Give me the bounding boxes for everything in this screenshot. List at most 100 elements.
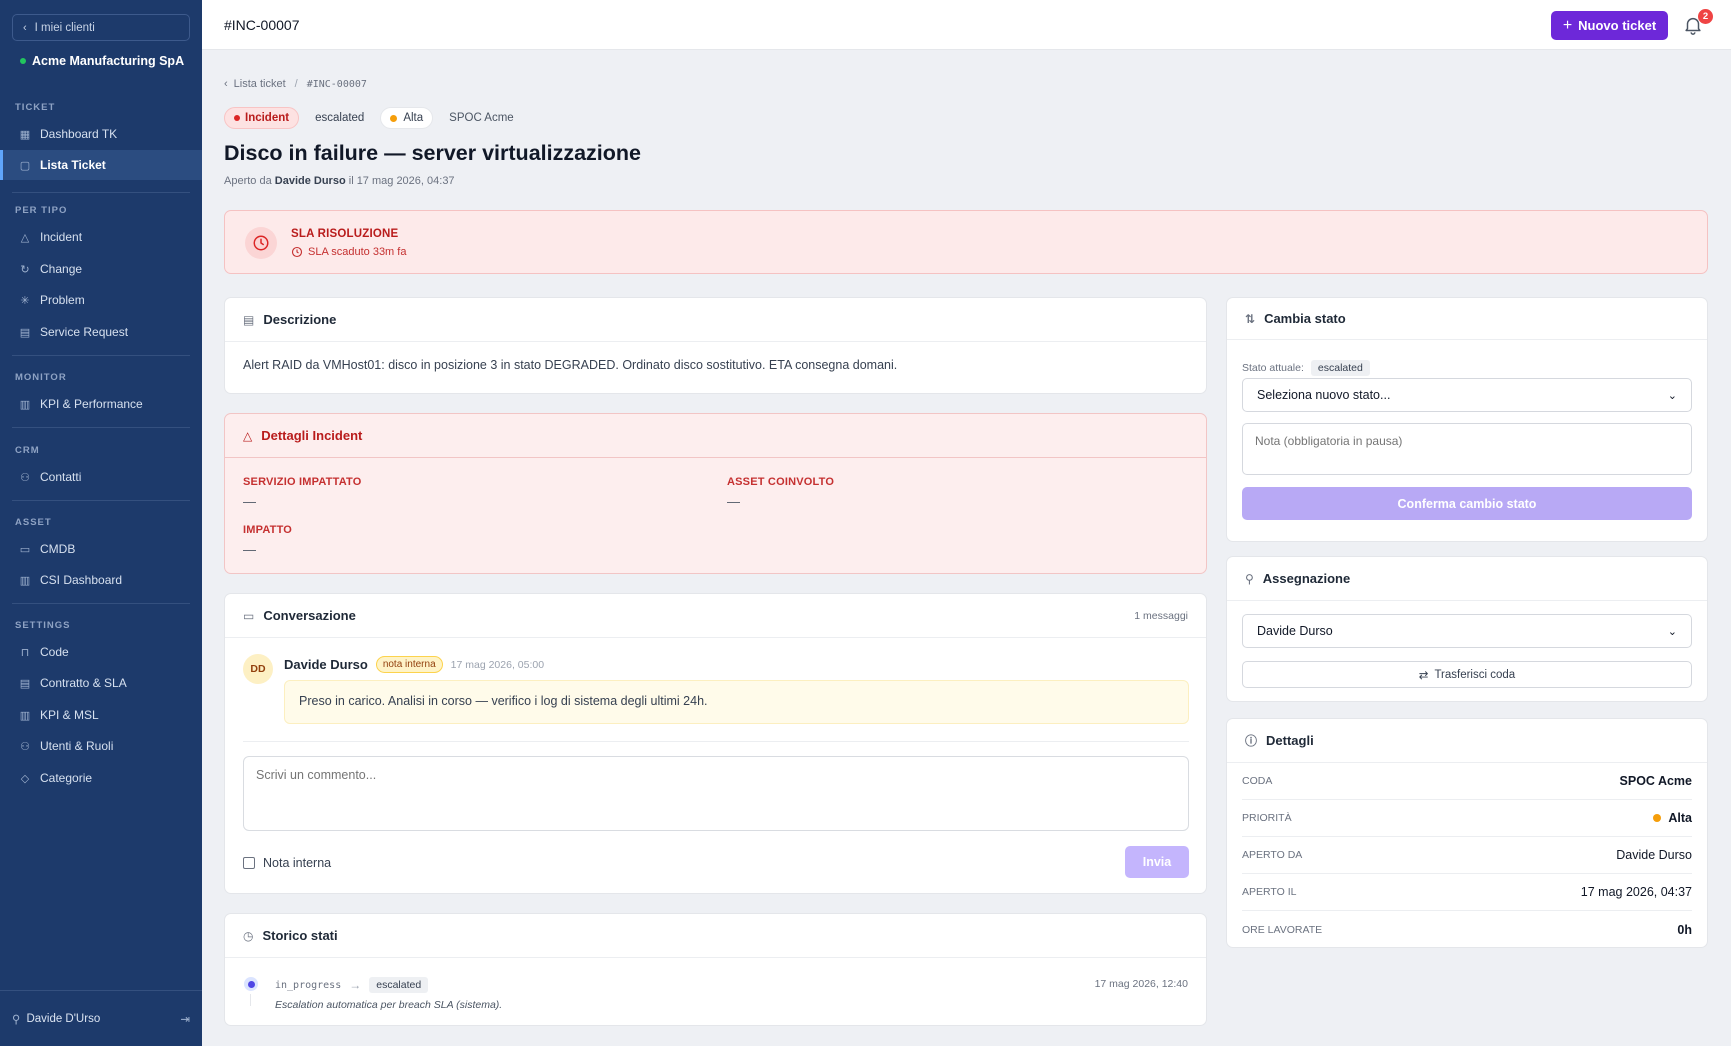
change-status-title: Cambia stato: [1264, 311, 1346, 326]
conversation-card: ▭ Conversazione 1 messaggi DD Davide Dur…: [224, 593, 1207, 894]
checkbox[interactable]: [243, 857, 255, 869]
confirm-status-button[interactable]: Conferma cambio stato: [1242, 487, 1692, 520]
grid-icon: ▦: [19, 128, 31, 141]
warning-icon: △: [243, 428, 253, 443]
sidebar-item-label: Change: [40, 262, 83, 276]
sidebar-item-label: Categorie: [40, 771, 93, 785]
history-from-status: in_progress: [275, 979, 342, 991]
sidebar: ‹ I miei clienti Acme Manufacturing SpA …: [0, 0, 202, 1046]
sidebar-item-label: Lista Ticket: [40, 158, 106, 172]
details-row-priorita: PRIORITÀ Alta: [1242, 800, 1692, 837]
assignee-select-value: Davide Durso: [1257, 624, 1333, 638]
sidebar-item-change[interactable]: ↻ Change: [0, 254, 202, 284]
details-title: Dettagli: [1266, 733, 1314, 748]
topbar: #INC-00007 + Nuovo ticket 2: [202, 0, 1731, 50]
tag-icon: ◇: [20, 772, 30, 785]
history-to-status: escalated: [369, 977, 429, 993]
details-row-aperto-il: APERTO IL 17 mag 2026, 04:37: [1242, 874, 1692, 911]
status-note-input[interactable]: [1242, 423, 1692, 475]
sidebar-item-label: Problem: [40, 293, 85, 307]
status-dot-icon: [20, 58, 26, 64]
details-row-coda: CODA SPOC Acme: [1242, 763, 1692, 800]
document-icon: ▤: [243, 312, 255, 327]
timeline-dot-icon: [244, 977, 258, 991]
sidebar-item-label: Service Request: [40, 325, 129, 339]
details-value: SPOC Acme: [1619, 774, 1692, 788]
internal-note-label: Nota interna: [263, 856, 332, 870]
sidebar-item-label: Code: [40, 645, 69, 659]
status-badge: escalated: [315, 112, 365, 124]
description-title: Descrizione: [263, 312, 337, 327]
refresh-icon: ↻: [20, 263, 30, 276]
send-button[interactable]: Invia: [1125, 846, 1189, 878]
impact-value: —: [243, 542, 256, 557]
details-value: Alta: [1653, 811, 1692, 825]
swap-icon: ⇄: [1418, 669, 1429, 682]
sidebar-item-service-request[interactable]: ▤ Service Request: [0, 317, 202, 347]
sidebar-item-utenti-ruoli[interactable]: ⚇ Utenti & Ruoli: [0, 731, 202, 761]
section-label-ticket: TICKET: [15, 102, 56, 113]
opened-by: Davide Durso: [274, 175, 346, 187]
topbar-ticket-id: #INC-00007: [224, 17, 300, 33]
priority-value: Alta: [1668, 811, 1692, 825]
details-header: ⓘ Dettagli: [1227, 719, 1707, 763]
users-icon: ⚇: [20, 740, 30, 753]
breadcrumb-separator: /: [294, 78, 298, 90]
bug-icon: ✳: [20, 294, 30, 307]
sidebar-item-csi-dashboard[interactable]: ▥ CSI Dashboard: [0, 565, 202, 595]
sidebar-item-cmdb[interactable]: ▭ CMDB: [0, 534, 202, 564]
type-badge: Incident: [224, 107, 300, 129]
comment-input[interactable]: [243, 756, 1189, 831]
breadcrumb-current: #INC-00007: [306, 78, 367, 90]
sidebar-item-contratto-sla[interactable]: ▤ Contratto & SLA: [0, 668, 202, 698]
sidebar-item-lista-ticket[interactable]: ▢ Lista Ticket: [0, 150, 202, 180]
type-badge-label: Incident: [245, 112, 290, 124]
service-value: —: [243, 494, 256, 509]
sidebar-item-incident[interactable]: △ Incident: [0, 222, 202, 252]
transfer-queue-button[interactable]: ⇄ Trasferisci coda: [1242, 661, 1692, 688]
assignment-card: ⚲ Assegnazione Davide Durso ⌄ ⇄ Trasferi…: [1226, 556, 1708, 702]
assignee-select[interactable]: Davide Durso ⌄: [1242, 614, 1692, 648]
sidebar-item-categorie[interactable]: ◇ Categorie: [0, 763, 202, 793]
internal-note-toggle[interactable]: Nota interna: [243, 856, 331, 870]
breadcrumb-parent-link[interactable]: Lista ticket: [234, 78, 286, 90]
message-count: 1 messaggi: [1134, 609, 1188, 622]
new-status-select[interactable]: Seleziona nuovo stato... ⌄: [1242, 378, 1692, 412]
sidebar-item-kpi-msl[interactable]: ▥ KPI & MSL: [0, 700, 202, 730]
divider: [12, 192, 190, 193]
section-label-monitor: MONITOR: [15, 372, 67, 383]
bar-chart-icon: ▥: [19, 574, 31, 587]
sidebar-item-contatti[interactable]: ⚇ Contatti: [0, 462, 202, 492]
impact-label: IMPATTO: [243, 524, 293, 536]
logout-icon[interactable]: ⇥: [180, 1012, 190, 1026]
conversation-header: ▭ Conversazione 1 messaggi: [225, 594, 1206, 638]
sidebar-item-problem[interactable]: ✳ Problem: [0, 285, 202, 315]
opened-prefix: Aperto da: [224, 175, 272, 187]
notification-badge: 2: [1698, 9, 1713, 24]
sidebar-item-code[interactable]: ⊓ Code: [0, 637, 202, 667]
details-key: APERTO IL: [1242, 886, 1297, 898]
section-label-settings: SETTINGS: [15, 620, 71, 631]
sidebar-item-dashboard-tk[interactable]: ▦ Dashboard TK: [0, 119, 202, 149]
incident-details-header: △ Dettagli Incident: [225, 414, 1206, 458]
chevron-down-icon: ⌄: [1667, 389, 1677, 402]
back-to-clients-button[interactable]: ‹ I miei clienti: [12, 14, 190, 41]
page-title: Disco in failure — server virtualizzazio…: [224, 141, 642, 165]
users-icon: ⚇: [20, 471, 30, 484]
document-icon: ▤: [19, 677, 31, 690]
client-name-text: Acme Manufacturing SpA: [32, 54, 185, 68]
ticket-tags: Incident escalated Alta SPOC Acme: [224, 107, 522, 129]
sidebar-item-kpi-performance[interactable]: ▥ KPI & Performance: [0, 389, 202, 419]
asset-label: ASSET COINVOLTO: [727, 476, 835, 488]
history-title: Storico stati: [262, 928, 338, 943]
avatar: DD: [243, 654, 273, 684]
sla-title: SLA RISOLUZIONE: [291, 228, 399, 240]
assignment-title: Assegnazione: [1262, 571, 1351, 586]
current-status-badge: escalated: [1310, 360, 1370, 376]
internal-note-badge: nota interna: [375, 656, 443, 673]
history-transition: in_progress → escalated: [275, 977, 429, 993]
description-card: ▤ Descrizione Alert RAID da VMHost01: di…: [224, 297, 1207, 394]
divider: [12, 355, 190, 356]
new-ticket-button[interactable]: + Nuovo ticket: [1551, 11, 1668, 40]
chevron-left-icon: ‹: [23, 21, 27, 34]
